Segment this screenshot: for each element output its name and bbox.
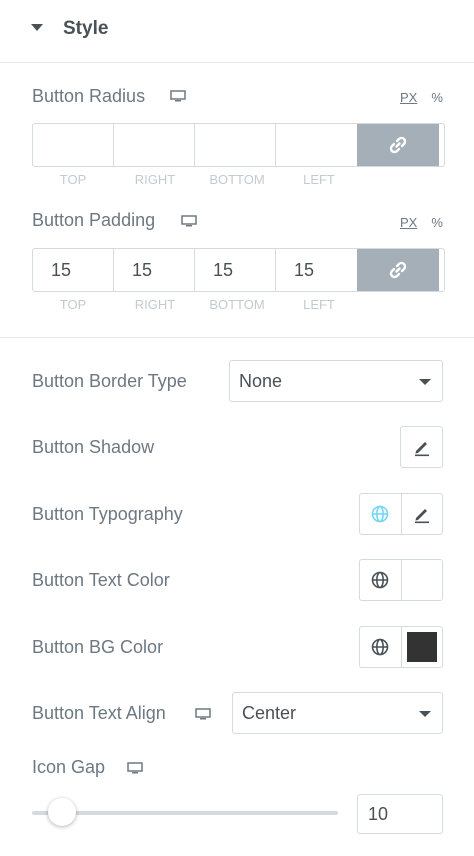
side-label-bottom: BOTTOM: [209, 172, 265, 187]
section-title: Style: [63, 18, 109, 39]
pencil-icon: [414, 509, 429, 524]
radius-dimensions: [32, 123, 445, 167]
padding-bottom-input[interactable]: 15: [195, 249, 276, 291]
text-color-label: Button Text Color: [32, 570, 170, 590]
border-type-label: Button Border Type: [32, 371, 187, 391]
globe-icon: [371, 638, 389, 656]
text-color-global-button[interactable]: [360, 560, 402, 600]
link-icon: [389, 136, 407, 154]
desktop-icon[interactable]: [127, 762, 143, 774]
globe-icon: [371, 505, 389, 523]
unit-px[interactable]: PX: [400, 215, 417, 230]
typography-controls: [359, 493, 443, 535]
icon-gap-slider-handle[interactable]: [48, 798, 76, 826]
icon-gap-label: Icon Gap: [32, 757, 106, 777]
padding-units: PX %: [400, 215, 443, 230]
radius-right-input[interactable]: [114, 124, 195, 166]
desktop-icon[interactable]: [181, 215, 197, 227]
bg-color-controls: [359, 626, 443, 668]
border-type-value: None: [239, 370, 283, 391]
pencil-icon: [414, 442, 429, 457]
side-label-bottom: BOTTOM: [209, 297, 265, 312]
globe-icon: [371, 571, 389, 589]
desktop-icon[interactable]: [195, 708, 211, 720]
radius-units: PX %: [400, 90, 443, 105]
text-color-controls: [359, 559, 443, 601]
text-align-label: Button Text Align: [32, 703, 166, 723]
padding-dimensions: 15 15 15 15: [32, 248, 445, 292]
desktop-icon[interactable]: [170, 90, 186, 102]
typography-label: Button Typography: [32, 504, 183, 524]
shadow-label: Button Shadow: [32, 437, 155, 457]
link-values-button[interactable]: [357, 249, 439, 291]
radius-left-input[interactable]: [276, 124, 357, 166]
radius-top-input[interactable]: [33, 124, 114, 166]
icon-gap-slider-track[interactable]: [32, 811, 338, 815]
side-label-top: TOP: [59, 172, 87, 187]
bg-color-swatch: [406, 632, 437, 662]
radius-bottom-input[interactable]: [195, 124, 276, 166]
side-label-left: LEFT: [303, 297, 335, 312]
unit-px[interactable]: PX: [400, 90, 417, 105]
chevron-down-icon: [419, 711, 431, 717]
link-icon: [389, 261, 407, 279]
link-values-button[interactable]: [357, 124, 439, 166]
bg-color-swatch-cell[interactable]: [402, 627, 443, 667]
bg-color-label: Button BG Color: [32, 637, 164, 657]
text-color-swatch[interactable]: [401, 560, 442, 600]
typography-edit-button[interactable]: [402, 494, 443, 534]
padding-left-input[interactable]: 15: [276, 249, 357, 291]
caret-down-icon: [31, 24, 43, 31]
padding-right-input[interactable]: 15: [114, 249, 195, 291]
unit-percent[interactable]: %: [431, 215, 443, 230]
side-label-right: RIGHT: [134, 172, 176, 187]
shadow-edit-button[interactable]: [400, 426, 443, 468]
side-label-top: TOP: [59, 297, 87, 312]
separator: [0, 337, 474, 338]
unit-percent[interactable]: %: [431, 90, 443, 105]
text-align-select[interactable]: Center: [232, 692, 443, 734]
padding-side-labels: TOP RIGHT BOTTOM LEFT: [32, 297, 360, 312]
icon-gap-input[interactable]: 10: [357, 794, 443, 834]
bg-color-global-button[interactable]: [360, 627, 402, 667]
padding-top-input[interactable]: 15: [33, 249, 114, 291]
button-radius-label: Button Radius: [32, 86, 146, 106]
side-label-left: LEFT: [303, 172, 335, 187]
button-padding-label: Button Padding: [32, 210, 156, 230]
border-type-select[interactable]: None: [229, 360, 443, 402]
typography-global-button[interactable]: [360, 494, 402, 534]
side-label-right: RIGHT: [134, 297, 176, 312]
text-align-value: Center: [242, 702, 297, 723]
chevron-down-icon: [419, 379, 431, 385]
radius-side-labels: TOP RIGHT BOTTOM LEFT: [32, 172, 360, 187]
